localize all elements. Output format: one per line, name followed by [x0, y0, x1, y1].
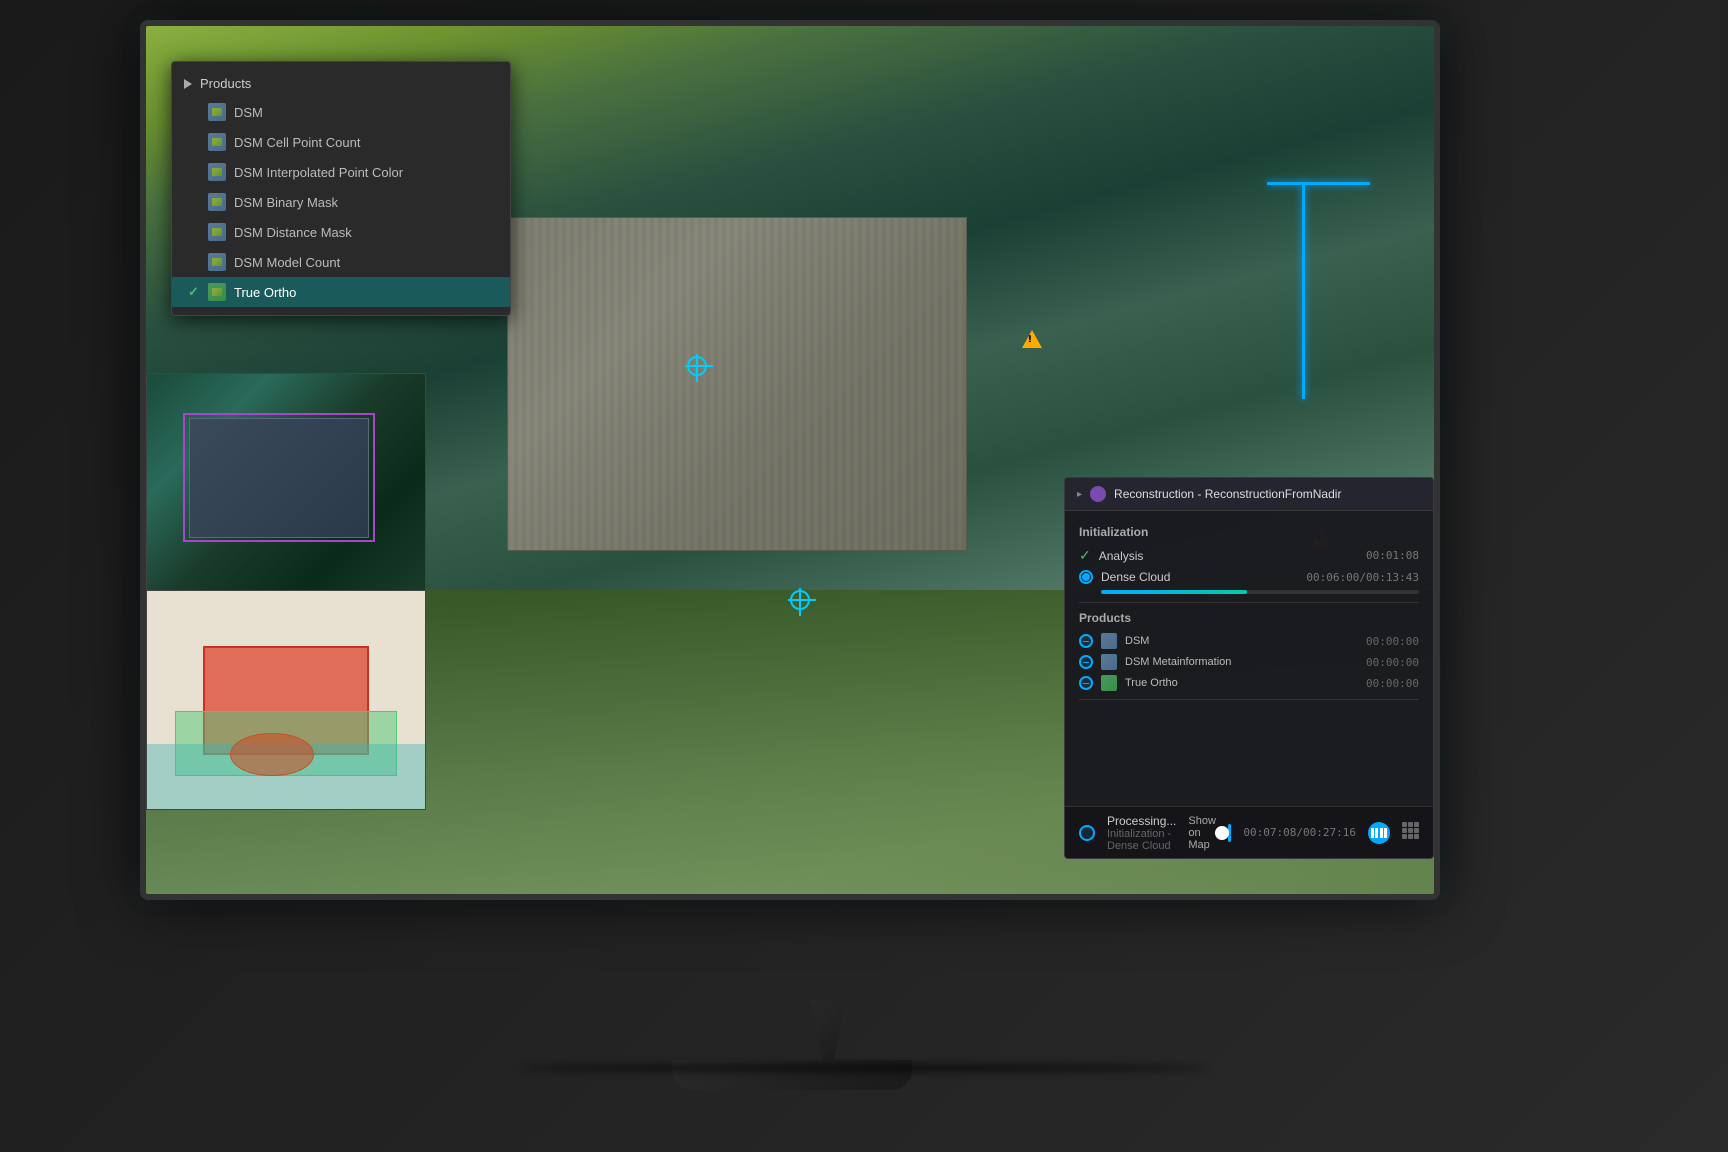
initialization-label: Initialization: [1079, 525, 1419, 539]
dsm-meta-product-icon: [1101, 654, 1117, 670]
analysis-time: 00:01:08: [1366, 549, 1419, 562]
dsm-interpolated-label: DSM Interpolated Point Color: [234, 165, 403, 180]
grid-cell-4: [1402, 828, 1407, 833]
dropdown-item-dsm-cell-point-count[interactable]: DSM Cell Point Count: [172, 127, 510, 157]
grid-cell-6: [1414, 828, 1419, 833]
warning-triangle-1: !: [1022, 330, 1042, 348]
monitor-stand-neck: [798, 1000, 858, 1060]
small-viewport-2: [146, 590, 426, 810]
true-ortho-product-icon: [1101, 675, 1117, 691]
dsm-meta-product-time: 00:00:00: [1366, 656, 1419, 669]
products-section-header[interactable]: Products: [172, 70, 510, 97]
dsm-icon: [208, 103, 226, 121]
products-dropdown: Products DSM DSM Cell Point Count DSM In…: [171, 61, 511, 316]
dropdown-item-dsm-interpolated-point-color[interactable]: DSM Interpolated Point Color: [172, 157, 510, 187]
dense-cloud-progress-bar-container: [1101, 590, 1419, 594]
grid-cell-3: [1414, 822, 1419, 827]
dropdown-item-dsm-binary-mask[interactable]: DSM Binary Mask: [172, 187, 510, 217]
grid-cell-1: [1402, 822, 1407, 827]
reconstruction-panel: ▸ Reconstruction - ReconstructionFromNad…: [1064, 477, 1434, 859]
dsm-product-label: DSM: [1125, 635, 1358, 647]
dsm-binary-mask-label: DSM Binary Mask: [234, 195, 338, 210]
true-ortho-product-time: 00:00:00: [1366, 677, 1419, 690]
true-ortho-time-circle: [1079, 676, 1093, 690]
pause-button[interactable]: [1368, 822, 1390, 844]
grid-cell-7: [1402, 834, 1407, 839]
crosshair-1: [687, 356, 707, 376]
dsm-time-circle: [1079, 634, 1093, 648]
status-timer: 00:07:08/00:27:16: [1243, 826, 1356, 839]
product-row-true-ortho: True Ortho 00:00:00: [1079, 675, 1419, 691]
grid-cell-2: [1408, 822, 1413, 827]
grid-cell-9: [1414, 834, 1419, 839]
dsm-meta-time-circle: [1079, 655, 1093, 669]
true-ortho-icon: [208, 283, 226, 301]
dense-cloud-progress-bar: [1101, 590, 1247, 594]
main-building: [507, 217, 967, 551]
monitor-shadow: [518, 1064, 1209, 1072]
show-on-map-label: Show on Map: [1188, 815, 1216, 851]
true-ortho-product-label: True Ortho: [1125, 677, 1358, 689]
dsm-product-icon: [1101, 633, 1117, 649]
dsm-distance-mask-icon: [208, 223, 226, 241]
grid-settings-button[interactable]: [1402, 822, 1419, 844]
scene: ! !: [0, 0, 1728, 1152]
processing-label: Processing...: [1107, 814, 1176, 828]
status-sublabel: Initialization - Dense Cloud: [1107, 828, 1176, 852]
annotation-line-horizontal: [1267, 182, 1370, 185]
products-section-label: Products: [200, 76, 251, 91]
dense-cloud-time: 00:06:00/00:13:43: [1306, 571, 1419, 584]
dropdown-item-dsm[interactable]: DSM: [172, 97, 510, 127]
analysis-check-icon: ✓: [1079, 547, 1091, 564]
panel-content: Initialization ✓ Analysis 00:01:08 Dense…: [1065, 511, 1433, 718]
small-viewport-1: [146, 373, 426, 593]
product-row-dsm: DSM 00:00:00: [1079, 633, 1419, 649]
product-row-dsm-meta: DSM Metainformation 00:00:00: [1079, 654, 1419, 670]
panel-title: Reconstruction - ReconstructionFromNadir: [1114, 487, 1421, 501]
schematic-overlay: [147, 591, 425, 809]
annotation-line-vertical: [1302, 182, 1305, 399]
status-progress-circle: [1079, 825, 1095, 841]
monitor: ! !: [140, 20, 1540, 1000]
dsm-binary-mask-icon: [208, 193, 226, 211]
dense-cloud-label: Dense Cloud: [1101, 570, 1298, 584]
dsm-model-count-icon: [208, 253, 226, 271]
building-roof: [508, 218, 966, 550]
dsm-label: DSM: [234, 105, 263, 120]
products-label: Products: [1079, 611, 1419, 625]
panel-collapse-icon[interactable]: ▸: [1077, 489, 1082, 500]
dropdown-item-dsm-model-count[interactable]: DSM Model Count: [172, 247, 510, 277]
grid-cell-8: [1408, 834, 1413, 839]
monitor-screen: ! !: [140, 20, 1440, 900]
status-bar: Processing... Initialization - Dense Clo…: [1065, 806, 1433, 858]
dsm-model-count-label: DSM Model Count: [234, 255, 340, 270]
dsm-meta-product-label: DSM Metainformation: [1125, 656, 1358, 668]
section-divider: [1079, 602, 1419, 603]
collapse-triangle-icon: [184, 79, 192, 89]
dense-cloud-progress-circle: [1079, 570, 1093, 584]
dsm-distance-mask-label: DSM Distance Mask: [234, 225, 352, 240]
show-on-map-toggle[interactable]: [1228, 824, 1232, 842]
grid-cell-5: [1408, 828, 1413, 833]
panel-header: ▸ Reconstruction - ReconstructionFromNad…: [1065, 478, 1433, 511]
dsm-cell-point-count-icon: [208, 133, 226, 151]
dense-cloud-row: Dense Cloud 00:06:00/00:13:43: [1079, 570, 1419, 584]
dsm-product-time: 00:00:00: [1366, 635, 1419, 648]
analysis-label: Analysis: [1099, 549, 1358, 563]
check-icon: ✓: [188, 284, 199, 300]
dropdown-item-dsm-distance-mask[interactable]: DSM Distance Mask: [172, 217, 510, 247]
analysis-row: ✓ Analysis 00:01:08: [1079, 547, 1419, 564]
dsm-interpolated-icon: [208, 163, 226, 181]
status-divider: [1079, 699, 1419, 700]
true-ortho-label: True Ortho: [234, 285, 296, 300]
panel-icon: [1090, 486, 1106, 502]
dropdown-item-true-ortho[interactable]: ✓ True Ortho: [172, 277, 510, 307]
dsm-cell-point-count-label: DSM Cell Point Count: [234, 135, 360, 150]
